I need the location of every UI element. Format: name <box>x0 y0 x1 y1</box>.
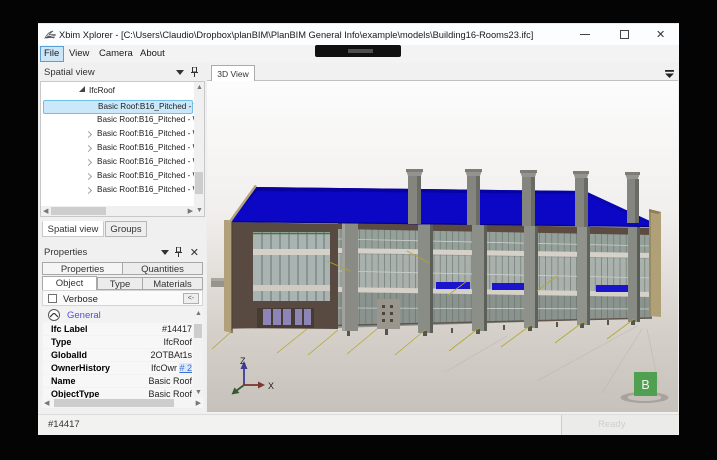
svg-text:X: X <box>268 381 274 391</box>
svg-text:B: B <box>641 378 649 392</box>
svg-text:Z: Z <box>240 356 246 366</box>
